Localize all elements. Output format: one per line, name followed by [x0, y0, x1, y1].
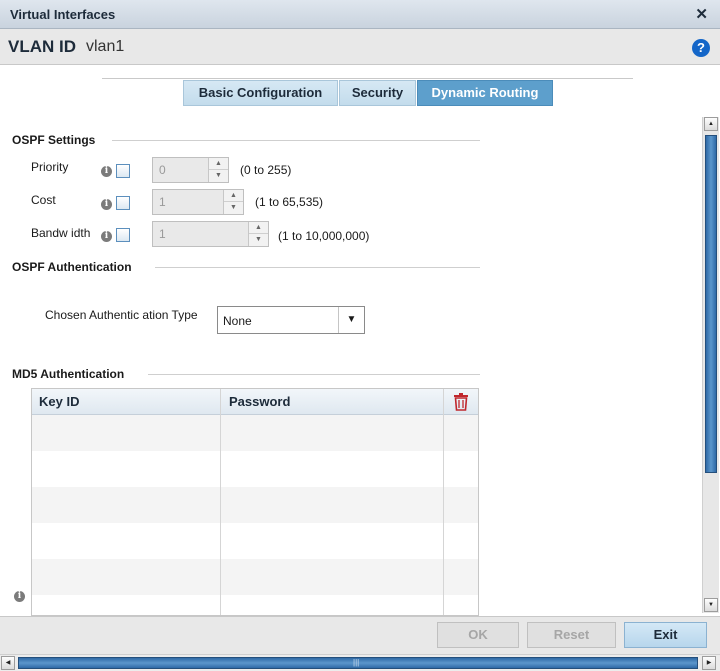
priority-checkbox[interactable] — [116, 164, 130, 178]
md5-authentication-title: MD5 Authentication — [12, 367, 125, 381]
cost-checkbox[interactable] — [116, 196, 130, 210]
dialog-footer: OK Reset Exit — [0, 616, 720, 654]
trash-icon[interactable] — [453, 393, 469, 411]
tab-bar: Basic Configuration Security Dynamic Rou… — [183, 80, 554, 106]
tab-divider — [102, 78, 633, 79]
authentication-type-label: Chosen Authentic ation Type — [45, 308, 198, 322]
stepper-arrows[interactable]: ▲ ▼ — [248, 222, 268, 246]
column-password[interactable]: Password — [229, 394, 290, 409]
column-divider — [220, 389, 221, 615]
chevron-up-icon[interactable]: ▲ — [224, 190, 243, 202]
table-row[interactable] — [32, 559, 478, 595]
vlan-header: VLAN ID vlan1 ? — [0, 29, 720, 65]
vlan-id-label: VLAN ID — [8, 37, 76, 56]
table-row[interactable] — [32, 595, 478, 615]
vertical-scroll-thumb[interactable] — [705, 135, 717, 473]
cost-value: 1 — [159, 195, 166, 209]
info-icon[interactable]: i — [101, 231, 112, 242]
bandwidth-range: (1 to 10,000,000) — [278, 229, 370, 243]
scroll-down-icon[interactable]: ▼ — [704, 598, 718, 612]
md5-key-table: Key ID Password — [31, 388, 479, 616]
bandwidth-label: Bandw idth — [31, 226, 91, 240]
chevron-down-icon[interactable]: ▼ — [224, 202, 243, 214]
info-icon[interactable]: i — [101, 166, 112, 177]
bandwidth-value: 1 — [159, 227, 166, 241]
exit-button[interactable]: Exit — [624, 622, 707, 648]
vlan-id-value: vlan1 — [86, 38, 125, 55]
scroll-right-icon[interactable]: ▶ — [702, 656, 716, 670]
chevron-up-icon[interactable]: ▲ — [249, 222, 268, 234]
bandwidth-checkbox[interactable] — [116, 228, 130, 242]
chevron-down-icon[interactable]: ▼ — [209, 170, 228, 182]
ospf-settings-title: OSPF Settings — [12, 133, 96, 147]
info-icon[interactable]: i — [14, 591, 25, 602]
priority-label: Priority — [31, 160, 69, 174]
section-divider — [148, 374, 480, 375]
ok-button[interactable]: OK — [437, 622, 519, 648]
priority-value: 0 — [159, 163, 166, 177]
window-title: Virtual Interfaces — [10, 7, 116, 22]
scroll-up-icon[interactable]: ▲ — [704, 117, 718, 131]
table-row[interactable] — [32, 451, 478, 487]
section-divider — [112, 140, 480, 141]
authentication-type-select[interactable]: None ▼ — [217, 306, 365, 334]
table-row[interactable] — [32, 487, 478, 523]
help-icon[interactable]: ? — [692, 39, 710, 57]
vertical-scrollbar[interactable]: ▲ ▼ — [702, 117, 719, 613]
tab-basic-configuration[interactable]: Basic Configuration — [183, 80, 338, 106]
priority-stepper[interactable]: 0 ▲ ▼ — [152, 157, 229, 183]
chevron-up-icon[interactable]: ▲ — [209, 158, 228, 170]
tab-dynamic-routing[interactable]: Dynamic Routing — [417, 80, 553, 106]
stepper-arrows[interactable]: ▲ ▼ — [223, 190, 243, 214]
cost-range: (1 to 65,535) — [255, 195, 324, 209]
cost-label: Cost — [31, 193, 56, 207]
cost-stepper[interactable]: 1 ▲ ▼ — [152, 189, 244, 215]
ospf-authentication-title: OSPF Authentication — [12, 260, 132, 274]
grip-icon: ||| — [353, 658, 360, 667]
priority-range: (0 to 255) — [240, 163, 292, 177]
authentication-type-value: None — [223, 314, 252, 328]
tab-security[interactable]: Security — [339, 80, 416, 106]
table-row[interactable] — [32, 523, 478, 559]
chevron-down-icon[interactable]: ▼ — [338, 307, 364, 333]
bandwidth-stepper[interactable]: 1 ▲ ▼ — [152, 221, 269, 247]
stepper-arrows[interactable]: ▲ ▼ — [208, 158, 228, 182]
chevron-down-icon[interactable]: ▼ — [249, 234, 268, 246]
info-icon[interactable]: i — [101, 199, 112, 210]
table-row[interactable] — [32, 415, 478, 451]
column-key-id[interactable]: Key ID — [39, 394, 79, 409]
horizontal-scroll-thumb[interactable]: ||| — [18, 657, 698, 669]
table-header: Key ID Password — [32, 389, 478, 415]
window-titlebar: Virtual Interfaces ✕ — [0, 0, 720, 29]
close-icon[interactable]: ✕ — [695, 5, 708, 23]
section-divider — [155, 267, 480, 268]
reset-button[interactable]: Reset — [527, 622, 616, 648]
horizontal-scrollbar[interactable]: ◀ ||| ▶ — [0, 654, 720, 671]
scroll-left-icon[interactable]: ◀ — [1, 656, 15, 670]
column-divider — [443, 389, 444, 615]
